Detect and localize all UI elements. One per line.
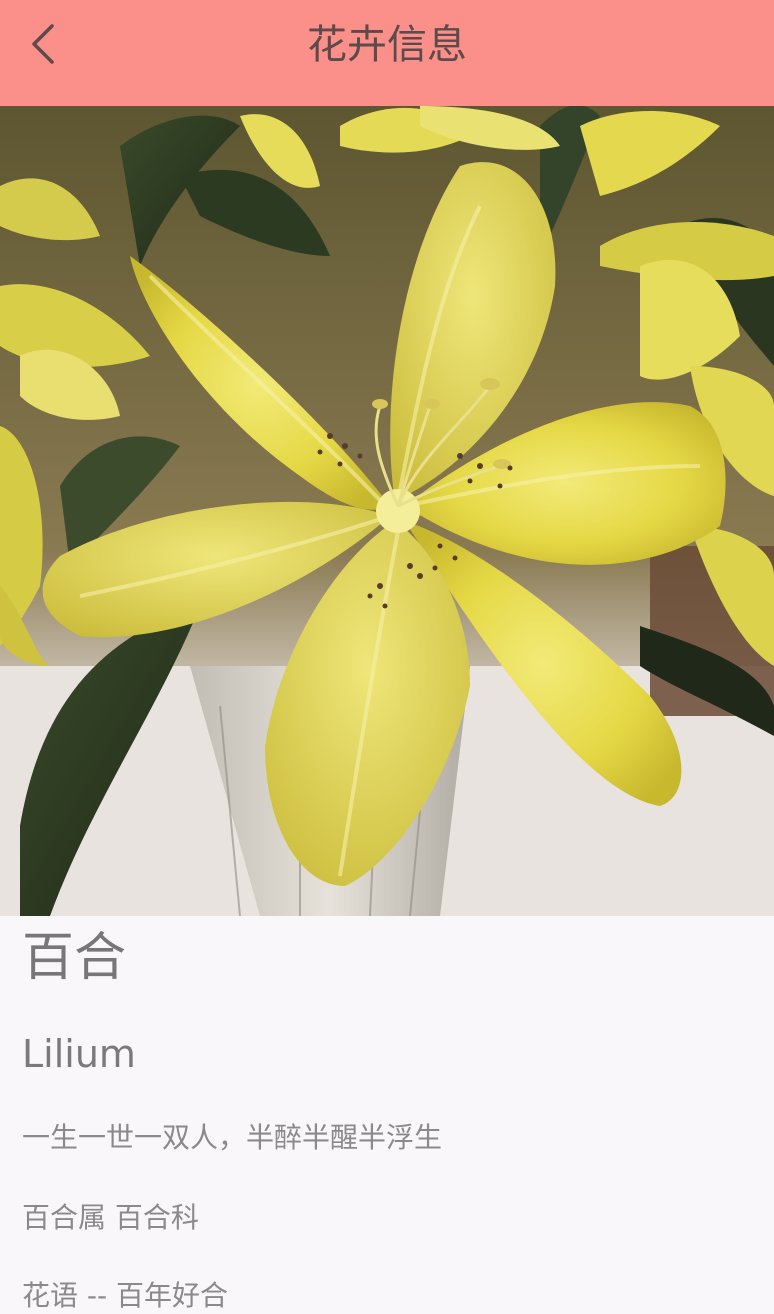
flower-language: 花语 -- 百年好合 (22, 1279, 229, 1312)
flower-taxonomy: 百合属 百合科 (22, 1201, 199, 1234)
flower-name: 百合 (22, 928, 127, 988)
flower-latin-name: Lilium (22, 1032, 136, 1076)
page-title: 花卉信息 (307, 22, 467, 68)
app-screen: 花卉信息 百合 Lilium 一生一世一双人，半醉半醒半浮生 百合属 百合科 花… (0, 0, 774, 1314)
flower-motto: 一生一世一双人，半醉半醒半浮生 (22, 1121, 443, 1154)
top-app-bar: 花卉信息 (0, 0, 774, 106)
flower-photo (0, 106, 774, 916)
flower-details: 百合 Lilium 一生一世一双人，半醉半醒半浮生 百合属 百合科 花语 -- … (0, 916, 774, 1314)
